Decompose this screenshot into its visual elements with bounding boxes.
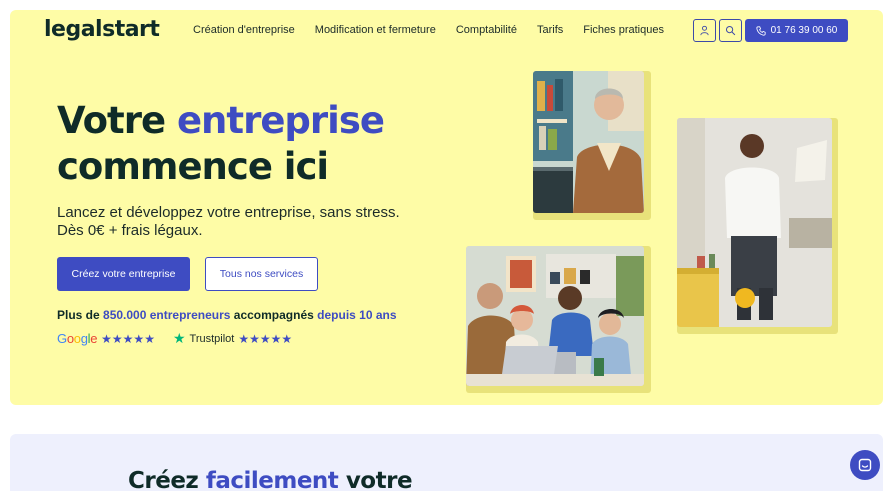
google-rating[interactable]: Google ★★★★★ <box>57 331 155 346</box>
legalstart-logo[interactable]: legalstart <box>44 17 160 42</box>
section2-title: Créez facilement votre <box>128 468 413 491</box>
section2-title-part1: Créez <box>128 468 199 491</box>
search-icon <box>725 25 736 36</box>
section2-title-accent: facilement <box>205 468 339 491</box>
nav-item-fiches[interactable]: Fiches pratiques <box>583 24 664 36</box>
nav-item-creation[interactable]: Création d'entreprise <box>193 24 295 36</box>
all-services-button[interactable]: Tous nos services <box>205 257 318 291</box>
chat-icon <box>858 458 872 472</box>
trustpilot-star-icon: ★ <box>172 330 186 346</box>
hero-subline: Lancez et développez votre entreprise, s… <box>57 204 437 240</box>
photo-man-laptop <box>533 71 644 213</box>
phone-number: 01 76 39 00 60 <box>770 25 838 36</box>
google-stars: ★★★★★ <box>101 331 155 346</box>
phone-button[interactable]: 01 76 39 00 60 <box>745 19 848 42</box>
account-button[interactable] <box>693 19 716 42</box>
nav-item-tarifs[interactable]: Tarifs <box>537 24 563 36</box>
subline-line2: Dès 0€ + frais légaux. <box>57 222 203 239</box>
headline-part2: commence ici <box>57 145 329 188</box>
photo-team-meeting <box>466 246 644 386</box>
photo-man-standing <box>677 118 832 327</box>
main-nav: Création d'entreprise Modification et fe… <box>193 24 664 36</box>
trustpilot-rating[interactable]: ★ Trustpilot ★★★★★ <box>173 330 292 347</box>
google-logo: Google <box>57 331 98 346</box>
nav-item-comptabilite[interactable]: Comptabilité <box>456 24 517 36</box>
nav-item-modification[interactable]: Modification et fermeture <box>315 24 436 36</box>
ratings-row: Google ★★★★★ ★ Trustpilot ★★★★★ <box>57 330 292 347</box>
how-it-works-section: Créez facilement votre <box>10 434 883 491</box>
phone-icon <box>756 25 766 36</box>
stats-prefix: Plus de <box>57 308 100 322</box>
stats-since: depuis 10 ans <box>317 308 397 322</box>
hero-headline: Votre entreprise commence ici <box>57 98 477 190</box>
stats-line: Plus de 850.000 entrepreneurs accompagné… <box>57 308 397 322</box>
create-company-button[interactable]: Créez votre entreprise <box>57 257 190 291</box>
trustpilot-stars: ★★★★★ <box>238 331 293 346</box>
subline-line1: Lancez et développez votre entreprise, s… <box>57 204 400 221</box>
trustpilot-label: Trustpilot <box>189 332 235 345</box>
search-button[interactable] <box>719 19 742 42</box>
stats-count: 850.000 entrepreneurs <box>103 308 231 322</box>
headline-part1: Votre <box>57 99 166 142</box>
headline-accent: entreprise <box>176 99 385 142</box>
stats-middle: accompagnés <box>233 308 314 322</box>
section2-title-part2: votre <box>345 468 413 491</box>
chat-widget-button[interactable] <box>850 450 880 480</box>
user-icon <box>700 25 709 36</box>
